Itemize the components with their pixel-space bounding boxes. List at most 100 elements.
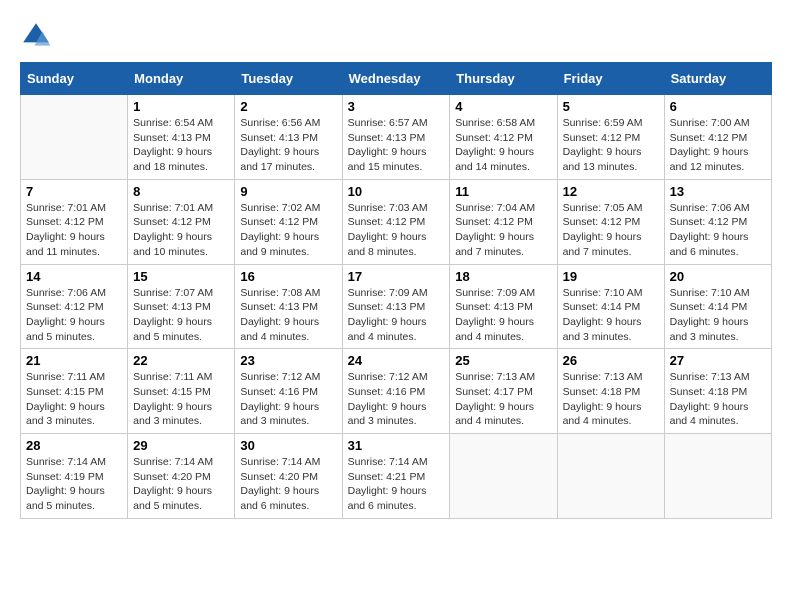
weekday-header: Thursday: [450, 63, 557, 95]
day-number: 7: [26, 184, 122, 199]
calendar-cell: [450, 434, 557, 519]
day-info: Sunrise: 7:12 AM Sunset: 4:16 PM Dayligh…: [348, 370, 445, 429]
day-number: 15: [133, 269, 229, 284]
weekday-header: Saturday: [664, 63, 771, 95]
day-number: 13: [670, 184, 766, 199]
day-info: Sunrise: 7:08 AM Sunset: 4:13 PM Dayligh…: [240, 286, 336, 345]
calendar-cell: 26 Sunrise: 7:13 AM Sunset: 4:18 PM Dayli…: [557, 349, 664, 434]
calendar-cell: 20 Sunrise: 7:10 AM Sunset: 4:14 PM Dayli…: [664, 264, 771, 349]
calendar-cell: 30 Sunrise: 7:14 AM Sunset: 4:20 PM Dayli…: [235, 434, 342, 519]
day-info: Sunrise: 7:14 AM Sunset: 4:20 PM Dayligh…: [240, 455, 336, 514]
day-number: 4: [455, 99, 551, 114]
day-info: Sunrise: 7:11 AM Sunset: 4:15 PM Dayligh…: [133, 370, 229, 429]
calendar-cell: 8Sunrise: 7:01 AM Sunset: 4:12 PM Daylig…: [128, 179, 235, 264]
weekday-header: Sunday: [21, 63, 128, 95]
day-info: Sunrise: 7:02 AM Sunset: 4:12 PM Dayligh…: [240, 201, 336, 260]
calendar-table: SundayMondayTuesdayWednesdayThursdayFrid…: [20, 62, 772, 519]
day-number: 1: [133, 99, 229, 114]
calendar-body: 1 Sunrise: 6:54 AM Sunset: 4:13 PM Daylig…: [21, 95, 772, 519]
day-number: 9: [240, 184, 336, 199]
calendar-cell: 6 Sunrise: 7:00 AM Sunset: 4:12 PM Daylig…: [664, 95, 771, 180]
day-info: Sunrise: 7:14 AM Sunset: 4:20 PM Dayligh…: [133, 455, 229, 514]
day-number: 11: [455, 184, 551, 199]
calendar-cell: 5 Sunrise: 6:59 AM Sunset: 4:12 PM Daylig…: [557, 95, 664, 180]
day-info: Sunrise: 7:11 AM Sunset: 4:15 PM Dayligh…: [26, 370, 122, 429]
calendar-week-row: 14 Sunrise: 7:06 AM Sunset: 4:12 PM Dayli…: [21, 264, 772, 349]
day-number: 6: [670, 99, 766, 114]
day-number: 26: [563, 353, 659, 368]
calendar-cell: 13 Sunrise: 7:06 AM Sunset: 4:12 PM Dayli…: [664, 179, 771, 264]
logo: [20, 20, 56, 52]
day-info: Sunrise: 7:00 AM Sunset: 4:12 PM Dayligh…: [670, 116, 766, 175]
day-number: 29: [133, 438, 229, 453]
day-number: 23: [240, 353, 336, 368]
day-info: Sunrise: 7:14 AM Sunset: 4:21 PM Dayligh…: [348, 455, 445, 514]
page-header: [20, 20, 772, 52]
calendar-cell: 19 Sunrise: 7:10 AM Sunset: 4:14 PM Dayli…: [557, 264, 664, 349]
day-number: 12: [563, 184, 659, 199]
day-info: Sunrise: 6:58 AM Sunset: 4:12 PM Dayligh…: [455, 116, 551, 175]
day-number: 10: [348, 184, 445, 199]
day-info: Sunrise: 7:06 AM Sunset: 4:12 PM Dayligh…: [26, 286, 122, 345]
day-number: 3: [348, 99, 445, 114]
day-info: Sunrise: 7:01 AM Sunset: 4:12 PM Dayligh…: [26, 201, 122, 260]
day-number: 20: [670, 269, 766, 284]
day-info: Sunrise: 7:09 AM Sunset: 4:13 PM Dayligh…: [455, 286, 551, 345]
calendar-week-row: 1 Sunrise: 6:54 AM Sunset: 4:13 PM Daylig…: [21, 95, 772, 180]
day-info: Sunrise: 7:03 AM Sunset: 4:12 PM Dayligh…: [348, 201, 445, 260]
calendar-header: SundayMondayTuesdayWednesdayThursdayFrid…: [21, 63, 772, 95]
day-info: Sunrise: 7:06 AM Sunset: 4:12 PM Dayligh…: [670, 201, 766, 260]
day-info: Sunrise: 6:54 AM Sunset: 4:13 PM Dayligh…: [133, 116, 229, 175]
calendar-cell: 14 Sunrise: 7:06 AM Sunset: 4:12 PM Dayli…: [21, 264, 128, 349]
calendar-cell: [557, 434, 664, 519]
day-info: Sunrise: 7:07 AM Sunset: 4:13 PM Dayligh…: [133, 286, 229, 345]
calendar-cell: 27Sunrise: 7:13 AM Sunset: 4:18 PM Dayli…: [664, 349, 771, 434]
day-info: Sunrise: 7:13 AM Sunset: 4:18 PM Dayligh…: [563, 370, 659, 429]
calendar-week-row: 28Sunrise: 7:14 AM Sunset: 4:19 PM Dayli…: [21, 434, 772, 519]
calendar-cell: 7 Sunrise: 7:01 AM Sunset: 4:12 PM Daylig…: [21, 179, 128, 264]
calendar-cell: [664, 434, 771, 519]
calendar-cell: 22Sunrise: 7:11 AM Sunset: 4:15 PM Dayli…: [128, 349, 235, 434]
day-info: Sunrise: 7:09 AM Sunset: 4:13 PM Dayligh…: [348, 286, 445, 345]
day-number: 2: [240, 99, 336, 114]
day-info: Sunrise: 7:10 AM Sunset: 4:14 PM Dayligh…: [563, 286, 659, 345]
calendar-cell: 10 Sunrise: 7:03 AM Sunset: 4:12 PM Dayli…: [342, 179, 450, 264]
day-number: 19: [563, 269, 659, 284]
calendar-cell: 4 Sunrise: 6:58 AM Sunset: 4:12 PM Daylig…: [450, 95, 557, 180]
day-number: 30: [240, 438, 336, 453]
day-number: 21: [26, 353, 122, 368]
calendar-cell: 23 Sunrise: 7:12 AM Sunset: 4:16 PM Dayli…: [235, 349, 342, 434]
weekday-row: SundayMondayTuesdayWednesdayThursdayFrid…: [21, 63, 772, 95]
day-info: Sunrise: 7:01 AM Sunset: 4:12 PM Dayligh…: [133, 201, 229, 260]
calendar-cell: 1 Sunrise: 6:54 AM Sunset: 4:13 PM Daylig…: [128, 95, 235, 180]
calendar-cell: 15 Sunrise: 7:07 AM Sunset: 4:13 PM Dayli…: [128, 264, 235, 349]
day-number: 14: [26, 269, 122, 284]
calendar-cell: 18 Sunrise: 7:09 AM Sunset: 4:13 PM Dayli…: [450, 264, 557, 349]
day-info: Sunrise: 6:59 AM Sunset: 4:12 PM Dayligh…: [563, 116, 659, 175]
calendar-cell: 29 Sunrise: 7:14 AM Sunset: 4:20 PM Dayli…: [128, 434, 235, 519]
day-number: 5: [563, 99, 659, 114]
calendar-cell: 9 Sunrise: 7:02 AM Sunset: 4:12 PM Daylig…: [235, 179, 342, 264]
weekday-header: Tuesday: [235, 63, 342, 95]
calendar-cell: 3 Sunrise: 6:57 AM Sunset: 4:13 PM Daylig…: [342, 95, 450, 180]
logo-icon: [20, 20, 52, 52]
day-info: Sunrise: 7:05 AM Sunset: 4:12 PM Dayligh…: [563, 201, 659, 260]
calendar-week-row: 7 Sunrise: 7:01 AM Sunset: 4:12 PM Daylig…: [21, 179, 772, 264]
day-number: 18: [455, 269, 551, 284]
day-info: Sunrise: 6:56 AM Sunset: 4:13 PM Dayligh…: [240, 116, 336, 175]
day-info: Sunrise: 7:10 AM Sunset: 4:14 PM Dayligh…: [670, 286, 766, 345]
day-info: Sunrise: 7:13 AM Sunset: 4:17 PM Dayligh…: [455, 370, 551, 429]
day-number: 25: [455, 353, 551, 368]
day-number: 28: [26, 438, 122, 453]
day-info: Sunrise: 7:12 AM Sunset: 4:16 PM Dayligh…: [240, 370, 336, 429]
calendar-cell: 24 Sunrise: 7:12 AM Sunset: 4:16 PM Dayli…: [342, 349, 450, 434]
weekday-header: Wednesday: [342, 63, 450, 95]
day-number: 31: [348, 438, 445, 453]
calendar-cell: 11 Sunrise: 7:04 AM Sunset: 4:12 PM Dayli…: [450, 179, 557, 264]
day-number: 27: [670, 353, 766, 368]
weekday-header: Friday: [557, 63, 664, 95]
day-number: 24: [348, 353, 445, 368]
day-info: Sunrise: 7:04 AM Sunset: 4:12 PM Dayligh…: [455, 201, 551, 260]
day-info: Sunrise: 6:57 AM Sunset: 4:13 PM Dayligh…: [348, 116, 445, 175]
calendar-cell: 16Sunrise: 7:08 AM Sunset: 4:13 PM Dayli…: [235, 264, 342, 349]
